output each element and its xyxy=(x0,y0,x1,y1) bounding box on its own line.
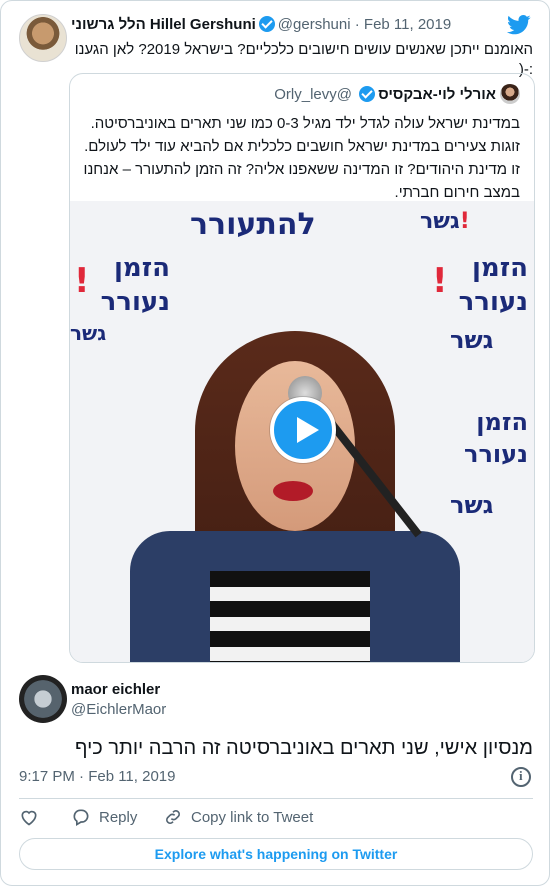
author-name[interactable]: הלל גרשוני Hillel Gershuni xyxy=(71,16,256,33)
author-avatar[interactable] xyxy=(19,14,67,62)
verified-badge-icon xyxy=(258,16,275,32)
play-icon[interactable] xyxy=(270,397,336,463)
tweet-header: הלל גרשוני Hillel Gershuni @gershuni · Fe… xyxy=(71,16,451,33)
video-thumbnail[interactable]: להתעורר !גשר הזמן נעורר ! הזמן נעורר ! ג… xyxy=(70,201,534,662)
speaker-mouth xyxy=(273,481,313,501)
explore-twitter-button[interactable]: Explore what's happening on Twitter xyxy=(19,838,533,870)
verified-badge-icon xyxy=(359,86,376,102)
reply-author-name[interactable]: maor eichler xyxy=(71,681,160,698)
reply-author-avatar[interactable] xyxy=(19,675,67,723)
tweet-embed-card: הלל גרשוני Hillel Gershuni @gershuni · Fe… xyxy=(0,0,550,886)
speaker-shirt xyxy=(210,571,370,662)
quoted-author-handle: @Orly_levy xyxy=(274,86,353,103)
twitter-bird-icon[interactable] xyxy=(507,15,531,35)
reply-text: מנסיון אישי, שני תארים באוניברסיטה זה הר… xyxy=(75,737,533,759)
banner-brand-right-lower: גשר xyxy=(450,491,494,519)
banner-exclaim-right: ! xyxy=(432,261,448,301)
banner-text-left: הזמן נעורר xyxy=(100,253,170,317)
reply-button[interactable]: Reply xyxy=(71,807,137,827)
quoted-author-avatar xyxy=(500,84,520,104)
tweet-date[interactable]: Feb 11, 2019 xyxy=(364,16,451,33)
link-icon xyxy=(166,810,180,824)
reply-author-handle[interactable]: @EichlerMaor xyxy=(71,701,166,718)
divider xyxy=(19,798,533,799)
heart-icon xyxy=(21,810,37,826)
copy-link-button[interactable]: Copy link to Tweet xyxy=(163,807,313,827)
copy-link-label: Copy link to Tweet xyxy=(191,809,314,826)
info-icon[interactable] xyxy=(511,767,531,787)
banner-text-right: הזמן נעורר xyxy=(458,253,528,317)
quoted-tweet-text: במדינת ישראל עולה לגדל ילד מגיל 0-3 כמו … xyxy=(83,115,520,201)
quoted-tweet-header: אורלי לוי-אבקסיס @Orly_levy xyxy=(274,84,520,104)
banner-text-right-lower: הזמן נעורר xyxy=(464,408,528,468)
author-handle[interactable]: @gershuni xyxy=(278,16,351,33)
like-button[interactable] xyxy=(19,807,41,829)
banner-text-top: להתעורר xyxy=(190,207,316,242)
quoted-author-name: אורלי לוי-אבקסיס xyxy=(378,86,496,103)
banner-brand-right: גשר xyxy=(450,326,494,354)
banner-brand-top: !גשר xyxy=(420,209,470,234)
reply-bubble-icon xyxy=(73,809,89,826)
reply-label: Reply xyxy=(99,809,138,826)
banner-brand-left: גשר xyxy=(70,321,107,345)
banner-exclaim-left: ! xyxy=(74,261,90,301)
reply-timestamp[interactable]: 9:17 PM · Feb 11, 2019 xyxy=(19,768,175,785)
date-separator: · xyxy=(354,16,360,33)
quoted-tweet[interactable]: אורלי לוי-אבקסיס @Orly_levy במדינת ישראל… xyxy=(69,73,535,663)
